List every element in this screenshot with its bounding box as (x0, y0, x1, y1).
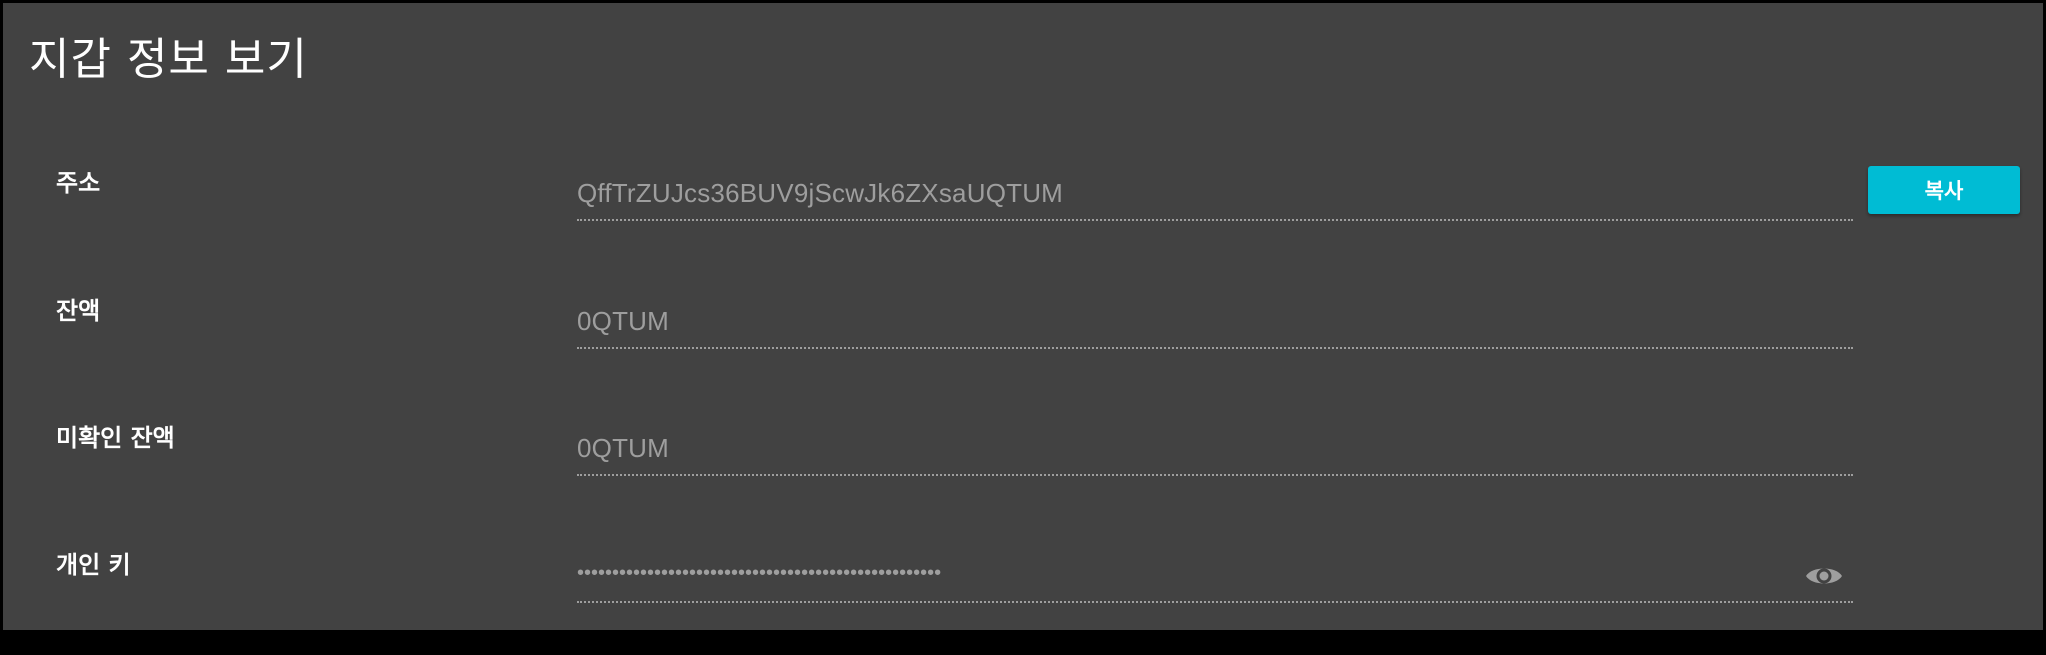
balance-row: 잔액 0QTUM (3, 291, 2043, 401)
unconfirmed-balance-row: 미확인 잔액 0QTUM (3, 418, 2043, 528)
balance-field[interactable]: 0QTUM (577, 289, 1853, 349)
unconfirmed-balance-value: 0QTUM (577, 433, 669, 463)
dialog-title: 지갑 정보 보기 (29, 34, 308, 85)
eye-icon[interactable] (1803, 561, 1845, 591)
address-field[interactable]: QffTrZUJcs36BUV9jScwJk6ZXsaUQTUM (577, 161, 1853, 221)
unconfirmed-balance-field[interactable]: 0QTUM (577, 416, 1853, 476)
address-value: QffTrZUJcs36BUV9jScwJk6ZXsaUQTUM (577, 178, 1064, 208)
private-key-row: 개인 키 •••••••••••••••••••••••••••••••••••… (3, 545, 2043, 655)
wallet-info-dialog: 지갑 정보 보기 주소 QffTrZUJcs36BUV9jScwJk6ZXsaU… (0, 0, 2046, 633)
private-key-value: ••••••••••••••••••••••••••••••••••••••••… (577, 562, 942, 584)
balance-label: 잔액 (56, 297, 101, 325)
address-row: 주소 QffTrZUJcs36BUV9jScwJk6ZXsaUQTUM (3, 163, 2043, 273)
private-key-label: 개인 키 (56, 551, 131, 579)
copy-button[interactable]: 복사 (1868, 166, 2020, 214)
balance-value: 0QTUM (577, 306, 669, 336)
unconfirmed-balance-label: 미확인 잔액 (56, 424, 175, 452)
private-key-field[interactable]: ••••••••••••••••••••••••••••••••••••••••… (577, 543, 1853, 603)
address-label: 주소 (56, 169, 101, 197)
